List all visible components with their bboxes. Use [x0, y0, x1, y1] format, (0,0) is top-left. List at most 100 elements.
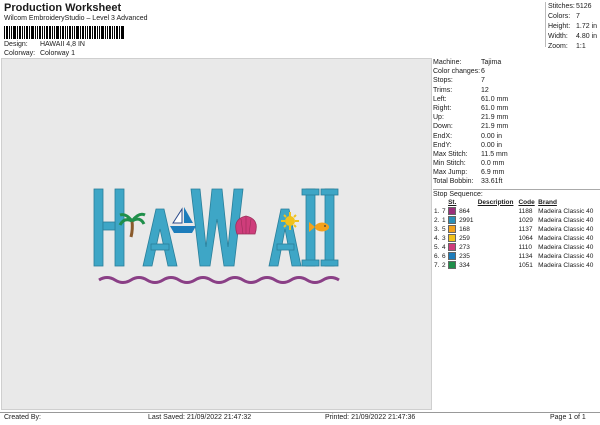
info-row: Trims: 12: [433, 86, 489, 94]
color-swatch: [448, 252, 457, 261]
info-row: Right: 61.0 mm: [433, 104, 509, 112]
barcode-bar: [89, 26, 91, 39]
design-preview: [1, 58, 432, 410]
barcode-bar: [52, 26, 53, 39]
color-swatch: [448, 261, 457, 270]
col-description: Description: [477, 198, 514, 206]
col-code: Code: [518, 198, 535, 206]
created-by: Created By:: [4, 414, 41, 421]
stop-sequence-title: Stop Sequence:: [433, 188, 600, 198]
barcode-bar: [26, 26, 28, 39]
barcode-bar: [94, 26, 96, 39]
stat-row: Width: 4.80 in: [548, 33, 598, 40]
info-row: Max Stitch: 11.5 mm: [433, 150, 508, 158]
info-row: Machine: Tajima: [433, 59, 502, 66]
barcode-bar: [85, 26, 86, 39]
barcode-bar: [69, 26, 71, 39]
barcode-bar: [44, 26, 45, 39]
stat-row: Colors: 7: [548, 13, 580, 20]
barcode-bar: [80, 26, 81, 39]
embroidery-design: [93, 188, 340, 284]
barcode-bar: [60, 26, 61, 39]
barcode-bar: [6, 26, 8, 39]
barcode-bar: [19, 26, 21, 39]
design-value: HAWAII 4,8 IN: [39, 41, 85, 48]
barcode-bar: [22, 26, 23, 39]
barcode-bar: [24, 26, 25, 39]
letter-a: [142, 208, 178, 267]
barcode-bar: [99, 26, 100, 39]
color-swatch: [448, 207, 457, 216]
barcode-bar: [9, 26, 10, 39]
barcode: [4, 25, 162, 39]
table-row: 3. 5 168 1137 Madeira Classic 40: [434, 225, 594, 234]
color-swatch: [448, 216, 457, 225]
barcode-bar: [74, 26, 75, 39]
barcode-bar: [42, 26, 43, 39]
info-row: Max Jump: 6.9 mm: [433, 169, 505, 177]
barcode-bar: [119, 26, 120, 39]
barcode-bar: [62, 26, 64, 39]
barcode-bar: [67, 26, 68, 39]
stop-sequence-table: St. Description Code Brand 1. 7 864 1188 Mad…: [433, 198, 599, 270]
table-row: 2. 1 2991 1029 Madeira Classic 40: [434, 216, 594, 225]
info-row: EndY: 0.00 in: [433, 141, 503, 149]
barcode-bar: [56, 26, 59, 39]
printed-date: Printed: 21/09/2022 21:47:36: [325, 414, 416, 421]
barcode-bar: [82, 26, 84, 39]
barcode-bar: [17, 26, 18, 39]
barcode-bar: [4, 26, 5, 39]
info-row: Color changes: 6: [433, 68, 485, 76]
info-row: Up: 21.9 mm: [433, 114, 509, 122]
barcode-bar: [39, 26, 41, 39]
barcode-bar: [46, 26, 48, 39]
wave-border: [98, 276, 340, 284]
page-number: Page 1 of 1: [550, 414, 586, 421]
info-row: Left: 61.0 mm: [433, 95, 509, 103]
barcode-bar: [92, 26, 93, 39]
barcode-bar: [13, 26, 16, 39]
info-row: Min Stitch: 0.0 mm: [433, 160, 505, 168]
machine-info-panel: Machine: Tajima Color changes: 6 Stops: 7 Trim…: [433, 58, 600, 270]
design-label: Design:: [4, 41, 28, 48]
stat-row: Zoom: 1:1: [548, 43, 586, 50]
barcode-bar: [54, 26, 55, 39]
sailboat-icon: [170, 207, 196, 233]
info-row: EndX: 0.00 in: [433, 132, 503, 140]
barcode-bar: [11, 26, 12, 39]
col-st: St.: [448, 198, 457, 206]
stat-row: Height: 1.72 in: [548, 23, 598, 30]
barcode-bar: [72, 26, 73, 39]
barcode-bar: [107, 26, 108, 39]
barcode-bar: [31, 26, 34, 39]
barcode-bar: [87, 26, 88, 39]
barcode-bar: [35, 26, 36, 39]
table-row: 5. 4 273 1110 Madeira Classic 40: [434, 243, 594, 252]
barcode-bar: [76, 26, 79, 39]
barcode-bar: [65, 26, 66, 39]
barcode-bar: [114, 26, 115, 39]
color-swatch: [448, 225, 457, 234]
table-row: 1. 7 864 1188 Madeira Classic 40: [434, 207, 594, 216]
color-swatch: [448, 234, 457, 243]
colorway-row: Colorway: Colorway 1: [4, 50, 75, 57]
footer: Created By: Last Saved: 21/09/2022 21:47…: [0, 412, 600, 425]
barcode-bar: [112, 26, 113, 39]
letter-a: [268, 208, 302, 267]
barcode-bar: [37, 26, 38, 39]
colorway-value: Colorway 1: [39, 50, 75, 57]
barcode-bar: [105, 26, 106, 39]
info-row: Total Bobbin: 33.61ft: [433, 178, 503, 186]
table-row: 4. 3 259 1064 Madeira Classic 40: [434, 234, 594, 243]
col-brand: Brand: [538, 198, 557, 206]
info-row: Stops: 7: [433, 77, 485, 85]
page-title: Production Worksheet: [4, 2, 122, 14]
info-row: Down: 21.9 mm: [433, 123, 509, 131]
table-row: 7. 2 334 1051 Madeira Classic 40: [434, 261, 594, 270]
barcode-bar: [116, 26, 118, 39]
stats-panel: Stitches: 5126 Colors: 7 Height: 1.72 in Wi…: [545, 2, 600, 50]
software-subtitle: Wilcom EmbroideryStudio – Level 3 Advanc…: [4, 15, 148, 22]
letter-h: [93, 188, 125, 267]
design-row: Design: HAWAII 4,8 IN: [4, 41, 85, 48]
last-saved: Last Saved: 21/09/2022 21:47:32: [148, 414, 252, 421]
